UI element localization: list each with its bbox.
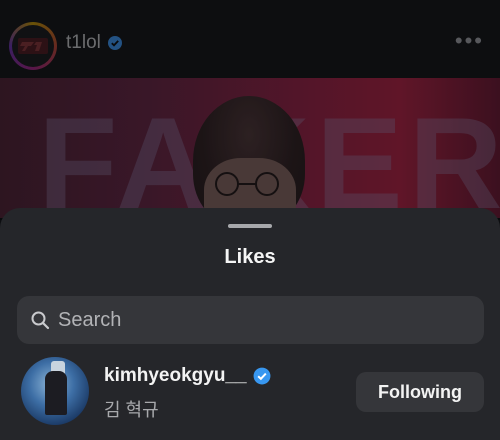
- dim-overlay[interactable]: [0, 0, 500, 220]
- sheet-title: Likes: [224, 246, 276, 268]
- avatar[interactable]: [21, 357, 89, 425]
- sheet-drag-handle[interactable]: [228, 224, 272, 228]
- likes-sheet: Likes Search kimhyeokgyu__ 김 혁규 Followin…: [0, 208, 500, 440]
- user-full-name: 김 혁규: [104, 400, 159, 420]
- following-button[interactable]: Following: [356, 372, 484, 412]
- person-figure: [45, 371, 67, 415]
- search-placeholder[interactable]: Search: [58, 309, 121, 332]
- verified-badge-icon: [253, 367, 271, 385]
- username-text[interactable]: kimhyeokgyu__: [104, 365, 247, 387]
- search-icon: [31, 311, 50, 330]
- user-name[interactable]: kimhyeokgyu__: [104, 365, 271, 387]
- list-item[interactable]: kimhyeokgyu__ 김 혁규 Following: [0, 353, 500, 431]
- search-input[interactable]: Search: [17, 296, 484, 344]
